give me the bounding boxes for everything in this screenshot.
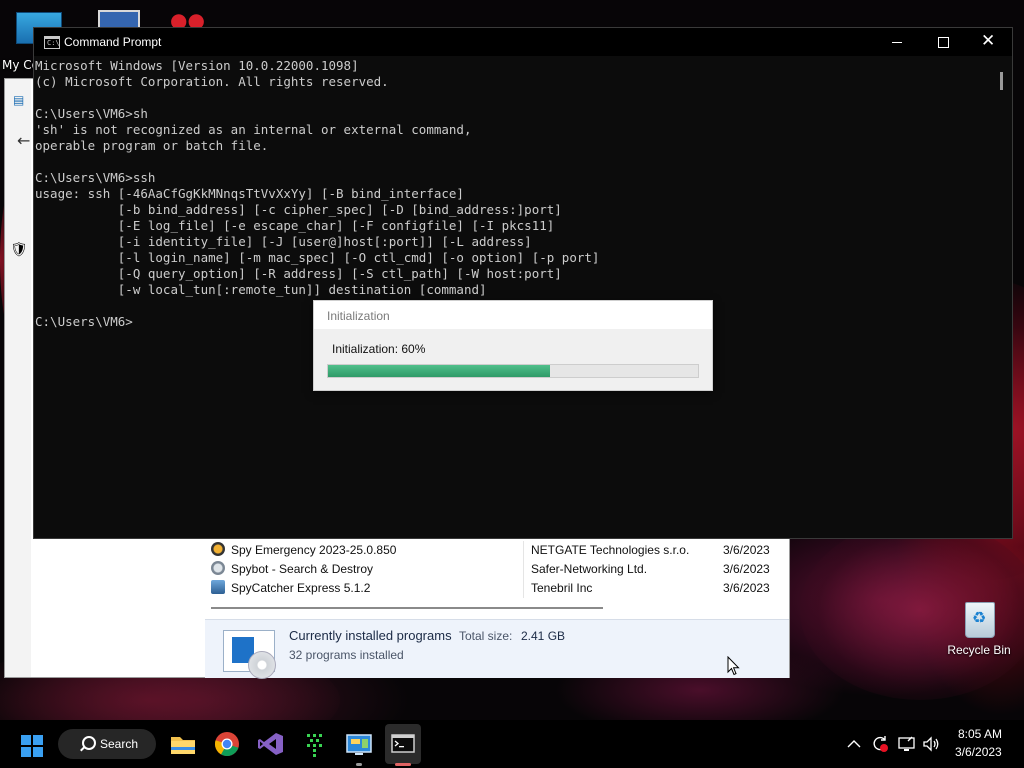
console-line: [-E log_file] [-e escape_char] [-F confi…: [35, 218, 555, 233]
clock-time[interactable]: 8:05 AM: [958, 727, 1002, 741]
program-name: SpyCatcher Express 5.1.2: [231, 581, 371, 595]
total-size-label: Total size:: [459, 629, 513, 643]
running-indicator-active: [395, 763, 411, 766]
program-publisher: NETGATE Technologies s.r.o.: [531, 543, 690, 557]
programs-window-sidebar: ▤ ← 🛡: [5, 79, 31, 677]
spy-emergency-icon: [211, 542, 225, 556]
command-prompt-icon: [391, 734, 415, 753]
progress-bar-fill: [328, 365, 550, 377]
progress-bar: [327, 364, 699, 378]
shield-icon[interactable]: 🛡: [10, 242, 28, 258]
console-line: [-Q query_option] [-R address] [-S ctl_p…: [35, 266, 562, 281]
dialog-title: Initialization: [327, 309, 390, 323]
program-name: Spy Emergency 2023-25.0.850: [231, 543, 397, 557]
recycle-bin-icon: ♻: [962, 598, 996, 638]
console-line: C:\Users\VM6>ssh: [35, 170, 156, 185]
window-title: Command Prompt: [64, 35, 162, 49]
program-date: 3/6/2023: [723, 562, 770, 576]
spycatcher-icon: [211, 580, 225, 594]
spybot-icon: [211, 561, 225, 575]
close-button[interactable]: ✕: [966, 28, 1012, 56]
visual-studio-button[interactable]: [254, 728, 288, 760]
column-divider: [523, 541, 524, 560]
chevron-up-icon: [847, 740, 861, 748]
program-date: 3/6/2023: [723, 581, 770, 595]
cmd-titlebar[interactable]: C:\ Command Prompt ✕: [34, 28, 1012, 56]
summary-title: Currently installed programs: [289, 628, 452, 643]
console-output[interactable]: Microsoft Windows [Version 10.0.22000.10…: [35, 58, 995, 536]
console-line: C:\Users\VM6>sh: [35, 106, 148, 121]
console-line: Microsoft Windows [Version 10.0.22000.10…: [35, 58, 359, 73]
console-line: [-b bind_address] [-c cipher_spec] [-D […: [35, 202, 562, 217]
console-line: [-i identity_file] [-J [user@]host[:port…: [35, 234, 532, 249]
visual-studio-icon: [258, 733, 283, 755]
start-button[interactable]: [18, 728, 52, 760]
grid-app-icon: [307, 734, 322, 757]
file-explorer-icon: [171, 737, 195, 754]
network-icon: [898, 736, 915, 751]
file-explorer-button[interactable]: [166, 728, 200, 760]
control-panel-button[interactable]: [342, 728, 376, 760]
control-panel-icon[interactable]: ▤: [13, 93, 27, 107]
vertical-scrollbar[interactable]: [1000, 72, 1003, 90]
volume-icon: [923, 736, 939, 752]
back-arrow-icon[interactable]: ←: [17, 131, 30, 150]
minimize-icon: [892, 42, 902, 43]
console-line: 'sh' is not recognized as an internal or…: [35, 122, 472, 137]
network-tray-button[interactable]: [897, 734, 917, 758]
command-prompt-icon: C:\: [44, 36, 60, 49]
minimize-button[interactable]: [874, 28, 920, 56]
taskbar: Search 8:05 AM 3/6/2023: [0, 720, 1024, 768]
dialog-header: Initialization: [314, 301, 712, 329]
console-line: (c) Microsoft Corporation. All rights re…: [35, 74, 389, 89]
programs-count: 32 programs installed: [289, 648, 404, 662]
program-row[interactable]: SpyCatcher Express 5.1.2 Tenebril Inc 3/…: [211, 579, 777, 598]
column-divider: [523, 579, 524, 598]
command-prompt-button[interactable]: [386, 728, 420, 760]
recycle-bin-label: Recycle Bin: [947, 643, 1011, 657]
console-line: C:\Users\VM6>: [35, 314, 133, 329]
initialization-dialog: Initialization Initialization: 60%: [313, 300, 713, 391]
maximize-button[interactable]: [920, 28, 966, 56]
program-name: Spybot - Search & Destroy: [231, 562, 374, 576]
console-line: [-l login_name] [-m mac_spec] [-O ctl_cm…: [35, 250, 600, 265]
clock-date[interactable]: 3/6/2023: [955, 745, 1002, 759]
column-divider: [523, 560, 524, 579]
program-row[interactable]: Spy Emergency 2023-25.0.850 NETGATE Tech…: [211, 541, 777, 560]
command-prompt-window[interactable]: C:\ Command Prompt ✕ Microsoft Windows […: [33, 27, 1013, 539]
console-line: [-w local_tun[:remote_tun]] destination …: [35, 282, 487, 297]
sync-icon: [873, 736, 888, 752]
search-label: Search: [100, 737, 139, 751]
chrome-button[interactable]: [210, 728, 244, 760]
total-size-value: 2.41 GB: [521, 629, 566, 643]
installed-programs-summary: Currently installed programs Total size:…: [205, 619, 789, 679]
grid-app-button[interactable]: [298, 728, 332, 760]
maximize-icon: [938, 37, 949, 48]
search-button[interactable]: Search: [58, 729, 156, 759]
console-line: operable program or batch file.: [35, 138, 269, 153]
program-row[interactable]: Spybot - Search & Destroy Safer-Networki…: [211, 560, 777, 579]
sync-tray-button[interactable]: [870, 734, 890, 758]
chrome-icon: [215, 732, 239, 756]
desktop-icon-red[interactable]: ●●: [170, 12, 220, 28]
program-publisher: Tenebril Inc: [531, 581, 593, 595]
close-icon: ✕: [981, 31, 996, 51]
volume-tray-button[interactable]: [921, 734, 941, 758]
control-panel-icon: [346, 734, 372, 755]
show-hidden-icons-button[interactable]: [846, 736, 862, 755]
progress-message: Initialization: 60%: [332, 342, 426, 356]
console-line: usage: ssh [-46AaCfGgKkMNnqsTtVvXxYy] [-…: [35, 186, 464, 201]
program-date: 3/6/2023: [723, 543, 770, 557]
installed-programs-icon: [223, 630, 276, 679]
recycle-bin[interactable]: ♻ Recycle Bin: [944, 598, 1014, 657]
running-indicator: [356, 763, 362, 766]
desktop-icon-label: My Co: [2, 58, 36, 72]
search-icon: [82, 736, 96, 750]
horizontal-scrollbar[interactable]: [211, 607, 603, 609]
program-publisher: Safer-Networking Ltd.: [531, 562, 648, 576]
